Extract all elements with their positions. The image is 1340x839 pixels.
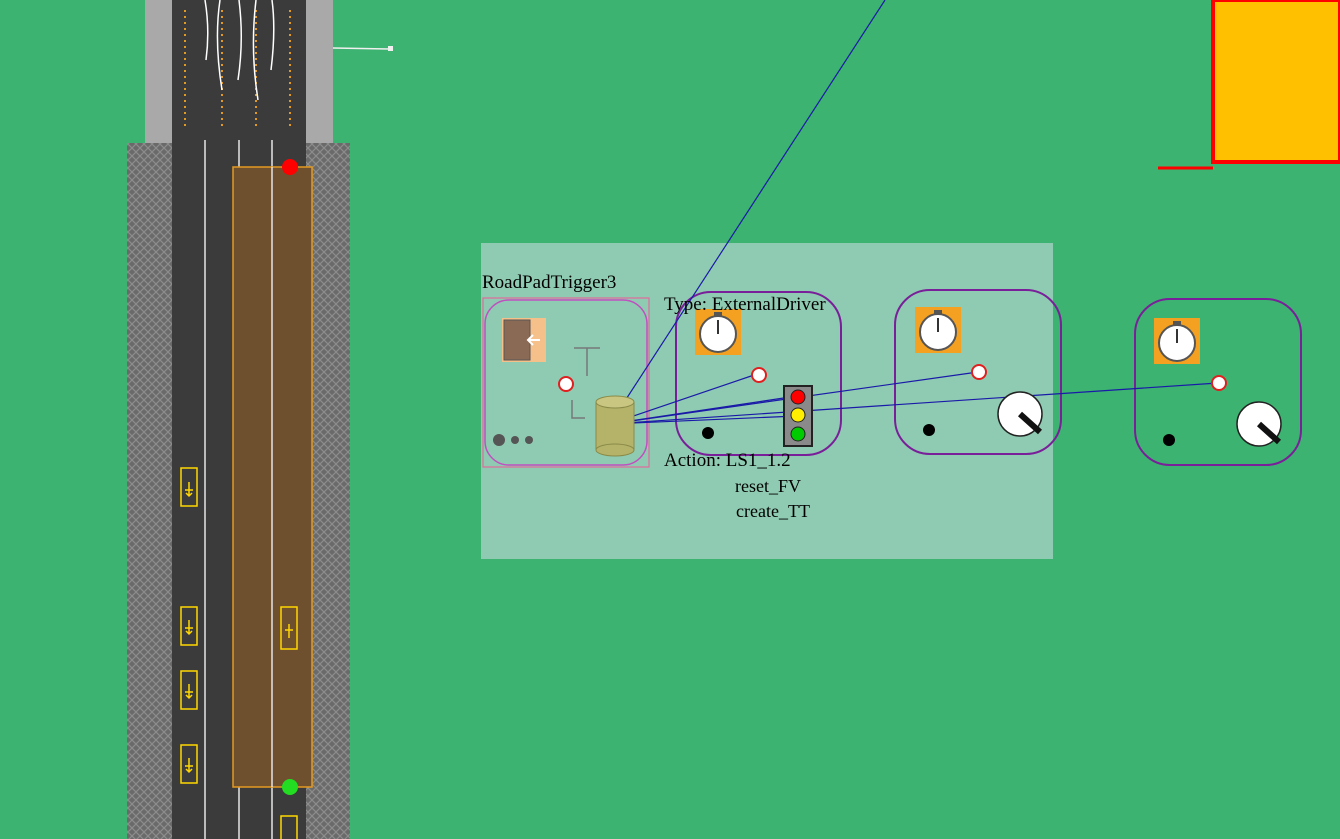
anchor-dot	[923, 424, 935, 436]
sign-pole-end	[388, 46, 393, 51]
action-item: create_TT	[736, 501, 810, 521]
stopwatch-icon[interactable]	[1154, 318, 1200, 364]
traffic-light-icon[interactable]	[783, 385, 813, 447]
pad-start-handle[interactable]	[282, 159, 298, 175]
database-cylinder-icon[interactable]	[595, 395, 635, 457]
anchor-dot	[1163, 434, 1175, 446]
anchor-dot	[702, 427, 714, 439]
building[interactable]	[1211, 0, 1340, 164]
scene-canvas	[127, 0, 1340, 839]
gauge-dial-icon[interactable]	[1236, 401, 1282, 447]
stopwatch-icon[interactable]	[695, 309, 741, 355]
stopwatch-icon[interactable]	[915, 307, 961, 353]
trigger-name-label: RoadPadTrigger3	[482, 272, 617, 293]
vehicle-sensor-icon[interactable]	[502, 318, 546, 362]
trigger-action-label: Action: LS1_1.2	[664, 450, 791, 471]
gauge-dial-icon[interactable]	[997, 391, 1043, 437]
pad-end-handle[interactable]	[282, 779, 298, 795]
trigger-type-label: Type: ExternalDriver	[664, 294, 826, 315]
sign-pole	[332, 47, 391, 50]
action-item: reset_FV	[735, 476, 801, 496]
